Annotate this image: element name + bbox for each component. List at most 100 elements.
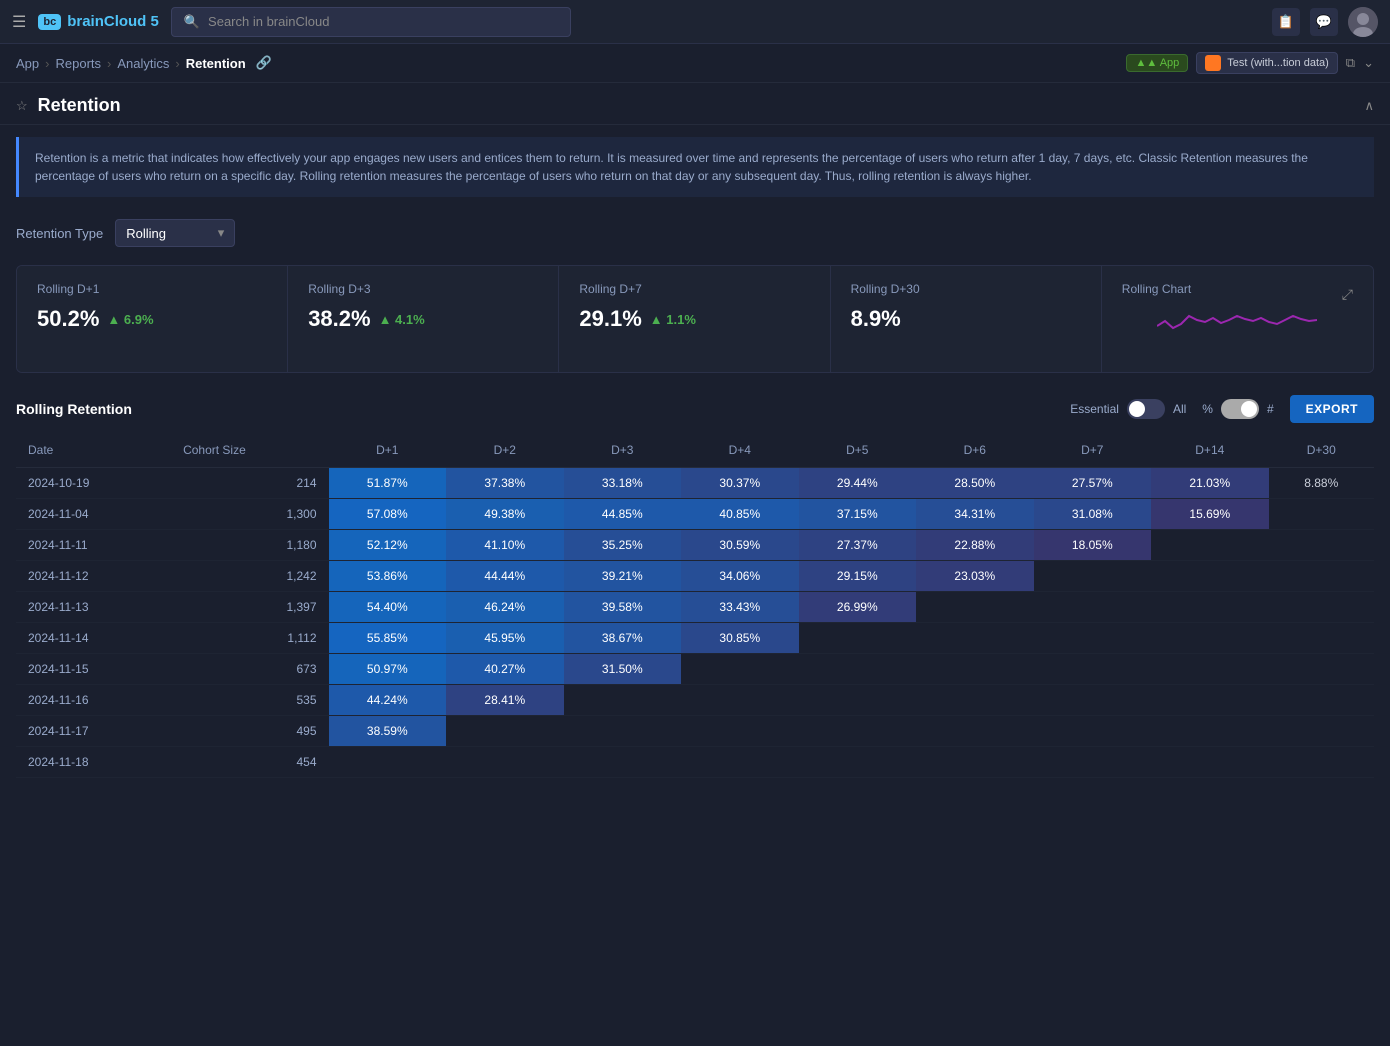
value-d1: 50.2% <box>37 306 99 332</box>
essential-label: Essential <box>1070 402 1119 416</box>
table-cell: 33.43% <box>681 592 799 623</box>
table-cell <box>1034 654 1152 685</box>
breadcrumb-right: ▲ ▲ App Test (with...tion data) ⧉ ⌄ <box>1126 52 1374 74</box>
table-cell <box>1034 623 1152 654</box>
table-cell <box>1269 685 1374 716</box>
expand-icon[interactable]: ⌄ <box>1363 55 1374 71</box>
col-d4: D+4 <box>681 433 799 468</box>
search-bar[interactable]: 🔍 Search in brainCloud <box>171 7 571 37</box>
table-cell: 27.57% <box>1034 468 1152 499</box>
table-cell: 33.18% <box>564 468 682 499</box>
app-badge[interactable]: Test (with...tion data) <box>1196 52 1338 74</box>
table-row: 2024-11-1749538.59% <box>16 716 1374 747</box>
metric-value-d7: 29.1% ▲ 1.1% <box>579 306 809 332</box>
table-cell: 44.85% <box>564 499 682 530</box>
table-cell <box>1269 561 1374 592</box>
expand-chart-icon[interactable]: ⤢ <box>1342 286 1353 303</box>
docs-icon[interactable]: 📋 <box>1272 8 1300 36</box>
pct-hash-toggle-group: % # <box>1202 399 1273 419</box>
table-cell: 2024-10-19 <box>16 468 171 499</box>
copy-icon[interactable]: ⧉ <box>1346 55 1355 71</box>
table-cell: 57.08% <box>329 499 447 530</box>
env-triangle: ▲ <box>1135 57 1146 69</box>
table-cell: 34.31% <box>916 499 1034 530</box>
table-cell: 1,300 <box>171 499 328 530</box>
export-button[interactable]: EXPORT <box>1290 395 1374 423</box>
section-title: Rolling Retention <box>16 401 132 417</box>
col-d7: D+7 <box>1034 433 1152 468</box>
top-nav: ☰ bc brainCloud 5 🔍 Search in brainCloud… <box>0 0 1390 44</box>
table-cell: 34.06% <box>681 561 799 592</box>
trend-d3: ▲ 4.1% <box>379 312 425 327</box>
table-cell: 45.95% <box>446 623 564 654</box>
table-cell: 52.12% <box>329 530 447 561</box>
table-cell: 30.37% <box>681 468 799 499</box>
table-cell: 2024-11-17 <box>16 716 171 747</box>
section-header: Rolling Retention Essential All % # EXPO… <box>0 381 1390 433</box>
sparkline-area <box>1122 306 1353 356</box>
col-d6: D+6 <box>916 433 1034 468</box>
breadcrumb-analytics[interactable]: Analytics <box>117 56 169 71</box>
metric-value-d30: 8.9% <box>851 306 1081 332</box>
table-cell: 39.58% <box>564 592 682 623</box>
avatar[interactable] <box>1348 7 1378 37</box>
table-cell <box>564 716 682 747</box>
star-icon[interactable]: ☆ <box>16 98 28 114</box>
essential-all-toggle[interactable] <box>1127 399 1165 419</box>
collapse-icon[interactable]: ∧ <box>1364 98 1374 114</box>
table-cell: 26.99% <box>799 592 917 623</box>
nav-right: 📋 💬 <box>1272 7 1378 37</box>
table-cell <box>446 716 564 747</box>
table-cell: 1,397 <box>171 592 328 623</box>
table-cell: 1,112 <box>171 623 328 654</box>
env-label: ▲ App <box>1146 57 1179 69</box>
breadcrumb-app[interactable]: App <box>16 56 39 71</box>
table-cell <box>1151 561 1269 592</box>
metric-value-d3: 38.2% ▲ 4.1% <box>308 306 538 332</box>
table-cell: 495 <box>171 716 328 747</box>
table-cell: 535 <box>171 685 328 716</box>
retention-table: Date Cohort Size D+1 D+2 D+3 D+4 D+5 D+6… <box>16 433 1374 778</box>
table-cell <box>799 747 917 778</box>
table-cell <box>681 747 799 778</box>
trend-d7: ▲ 1.1% <box>650 312 696 327</box>
table-cell <box>1151 716 1269 747</box>
hamburger-icon[interactable]: ☰ <box>12 12 26 32</box>
table-cell: 1,180 <box>171 530 328 561</box>
search-placeholder: Search in brainCloud <box>208 14 329 29</box>
table-cell: 29.44% <box>799 468 917 499</box>
metric-title-chart: Rolling Chart <box>1122 282 1191 296</box>
breadcrumb-reports[interactable]: Reports <box>55 56 101 71</box>
logo-icon: bc <box>38 14 61 30</box>
pct-label: % <box>1202 402 1213 416</box>
trend-d1: ▲ 6.9% <box>107 312 153 327</box>
breadcrumb-bar: App › Reports › Analytics › Retention 🔗 … <box>0 44 1390 83</box>
table-cell: 50.97% <box>329 654 447 685</box>
table-cell <box>1269 592 1374 623</box>
col-d5: D+5 <box>799 433 917 468</box>
dropdown-value: Rolling <box>126 226 166 241</box>
metric-title-d3: Rolling D+3 <box>308 282 538 296</box>
table-cell: 38.59% <box>329 716 447 747</box>
metric-title-d30: Rolling D+30 <box>851 282 1081 296</box>
table-cell <box>916 623 1034 654</box>
retention-type-dropdown[interactable]: Rolling ▾ <box>115 219 235 247</box>
table-cell: 37.15% <box>799 499 917 530</box>
metric-card-d30: Rolling D+30 8.9% <box>831 266 1102 372</box>
table-row: 2024-11-1653544.24%28.41% <box>16 685 1374 716</box>
table-cell: 37.38% <box>446 468 564 499</box>
breadcrumb-sep-1: › <box>45 56 49 71</box>
table-cell <box>799 623 917 654</box>
table-cell: 40.27% <box>446 654 564 685</box>
table-cell: 18.05% <box>1034 530 1152 561</box>
metric-cards: Rolling D+1 50.2% ▲ 6.9% Rolling D+3 38.… <box>16 265 1374 373</box>
table-cell <box>1034 561 1152 592</box>
table-cell <box>1151 685 1269 716</box>
table-row: 2024-11-111,18052.12%41.10%35.25%30.59%2… <box>16 530 1374 561</box>
app-name: Test (with...tion data) <box>1227 57 1329 69</box>
chat-icon[interactable]: 💬 <box>1310 8 1338 36</box>
table-cell: 454 <box>171 747 328 778</box>
table-row: 2024-10-1921451.87%37.38%33.18%30.37%29.… <box>16 468 1374 499</box>
col-d30: D+30 <box>1269 433 1374 468</box>
pct-hash-toggle[interactable] <box>1221 399 1259 419</box>
